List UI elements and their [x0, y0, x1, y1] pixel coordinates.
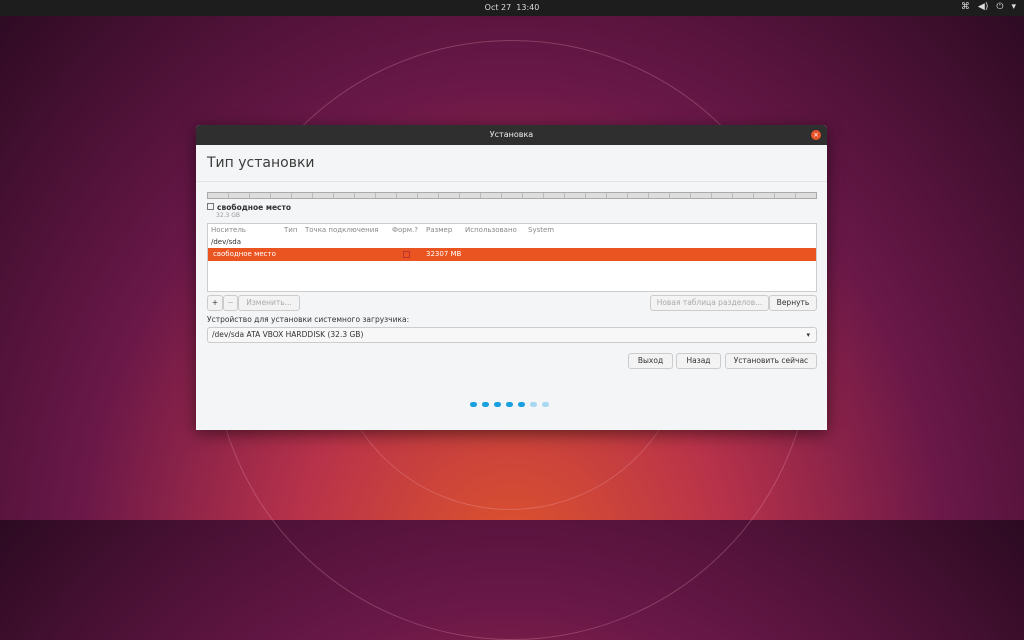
progress-dot	[482, 402, 489, 407]
window-title: Установка	[489, 130, 534, 139]
chevron-down-icon: ▾	[806, 331, 810, 339]
progress-dot	[494, 402, 501, 407]
volume-icon[interactable]: ◀)	[978, 2, 988, 12]
row-size: 32307 MB	[426, 250, 462, 258]
clock[interactable]: Oct 27 13:40	[0, 3, 1024, 12]
table-header: Носитель Тип Точка подключения Форм.? Ра…	[208, 224, 816, 236]
col-type: Тип	[284, 226, 298, 234]
menu-arrow-icon[interactable]: ▾	[1011, 2, 1016, 12]
bootloader-value: /dev/sda ATA VBOX HARDDISK (32.3 GB)	[212, 330, 364, 339]
col-system: System	[528, 226, 555, 234]
legend-label: свободное место	[217, 203, 291, 212]
remove-partition-button[interactable]: −	[223, 295, 238, 311]
top-bar: Oct 27 13:40 ⌘ ◀) ⏻ ▾	[0, 0, 1024, 16]
date: Oct 27	[484, 3, 512, 12]
progress-dot	[506, 402, 513, 407]
progress-dot	[530, 402, 537, 407]
network-icon[interactable]: ⌘	[961, 2, 970, 12]
power-icon[interactable]: ⏻	[996, 2, 1003, 12]
partition-legend: свободное место 32.3 GB	[207, 203, 291, 219]
col-size: Размер	[426, 226, 453, 234]
installer-window: Установка × Тип установки свободное место…	[196, 125, 827, 430]
progress-dots	[470, 402, 549, 407]
legend-swatch	[207, 203, 214, 210]
partition-table: Носитель Тип Точка подключения Форм.? Ра…	[207, 223, 817, 292]
progress-dot	[470, 402, 477, 407]
time: 13:40	[516, 3, 540, 12]
row-device: свободное место	[213, 250, 276, 258]
install-now-button[interactable]: Установить сейчас	[725, 353, 817, 369]
change-partition-button[interactable]: Изменить...	[238, 295, 300, 311]
table-row[interactable]: свободное место 32307 MB	[208, 248, 816, 261]
col-mount: Точка подключения	[305, 226, 379, 234]
format-checkbox[interactable]	[403, 251, 410, 258]
col-device: Носитель	[211, 226, 246, 234]
revert-button[interactable]: Вернуть	[769, 295, 817, 311]
back-button[interactable]: Назад	[676, 353, 721, 369]
new-partition-table-button[interactable]: Новая таблица разделов...	[650, 295, 769, 311]
col-used: Использовано	[465, 226, 517, 234]
progress-dot	[542, 402, 549, 407]
bootloader-select[interactable]: /dev/sda ATA VBOX HARDDISK (32.3 GB) ▾	[207, 327, 817, 343]
title-bar: Установка ×	[196, 125, 827, 145]
bootloader-label: Устройство для установки системного загр…	[207, 315, 410, 324]
device-row[interactable]: /dev/sda	[208, 236, 816, 248]
progress-dot	[518, 402, 525, 407]
page-title: Тип установки	[196, 145, 827, 182]
add-partition-button[interactable]: +	[207, 295, 223, 311]
close-icon[interactable]: ×	[811, 130, 821, 140]
quit-button[interactable]: Выход	[628, 353, 673, 369]
partition-bar	[207, 192, 817, 199]
col-format: Форм.?	[392, 226, 418, 234]
legend-size: 32.3 GB	[216, 212, 241, 219]
